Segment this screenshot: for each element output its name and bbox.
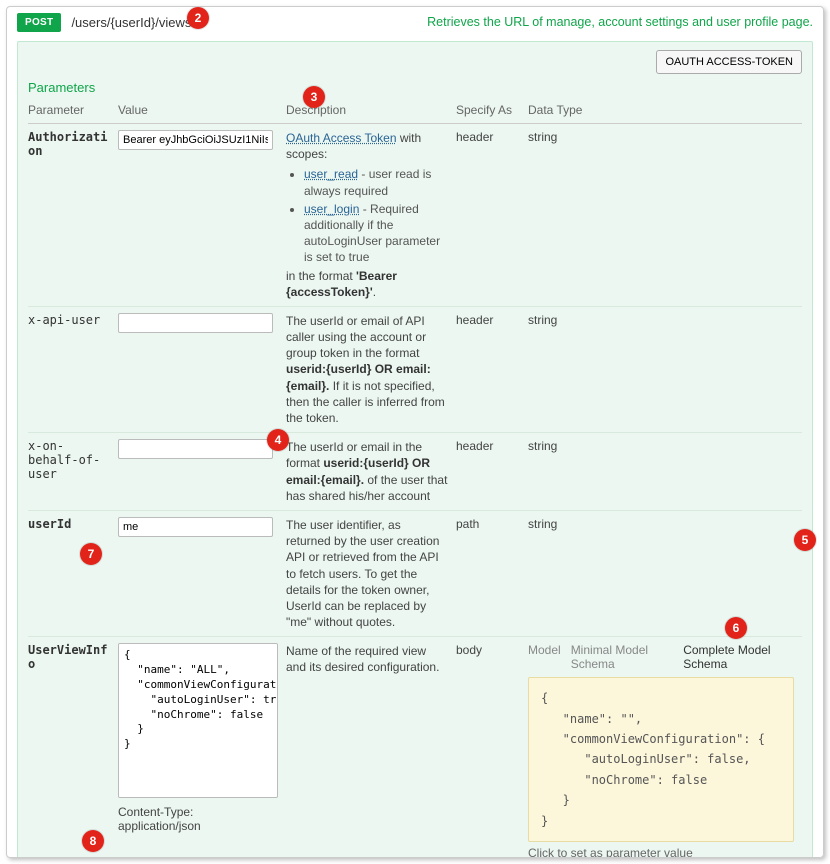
content-type-label: Content-Type: application/json bbox=[118, 805, 278, 833]
userid-input[interactable] bbox=[118, 517, 273, 537]
endpoint-description: Retrieves the URL of manage, account set… bbox=[427, 15, 813, 29]
parameters-heading: Parameters bbox=[28, 80, 802, 95]
userviewinfo-body-input[interactable] bbox=[118, 643, 278, 798]
scope-list: user_read - user read is always required… bbox=[286, 166, 448, 265]
scope-user-read[interactable]: user_read bbox=[304, 167, 358, 181]
model-schema-box[interactable]: { "name": "", "commonViewConfiguration":… bbox=[528, 677, 794, 842]
param-name-userid: userId bbox=[28, 517, 71, 531]
endpoint-header: POST /users/{userId}/views Retrieves the… bbox=[17, 11, 813, 33]
endpoint-path[interactable]: /users/{userId}/views bbox=[71, 15, 191, 30]
model-schema-hint: Click to set as parameter value bbox=[528, 846, 794, 858]
x-on-behalf-input[interactable] bbox=[118, 439, 273, 459]
callout-3: 3 bbox=[303, 86, 325, 108]
scope-user-login[interactable]: user_login bbox=[304, 202, 359, 216]
tab-model[interactable]: Model bbox=[528, 643, 561, 671]
callout-2: 2 bbox=[187, 7, 209, 29]
row-x-api-user: x-api-user The userId or email of API ca… bbox=[28, 306, 802, 432]
col-specify: Specify As bbox=[456, 99, 528, 124]
row-userid: userId The user identifier, as returned … bbox=[28, 510, 802, 636]
tab-complete-schema[interactable]: Complete Model Schema bbox=[683, 643, 794, 671]
xbehalf-specify: header bbox=[456, 433, 528, 511]
callout-5: 5 bbox=[794, 529, 816, 551]
col-value: Value bbox=[118, 99, 286, 124]
auth-specify: header bbox=[456, 124, 528, 307]
userid-desc: The user identifier, as returned by the … bbox=[286, 510, 456, 636]
row-authorization: Authorization OAuth Access Token with sc… bbox=[28, 124, 802, 307]
row-userviewinfo: UserViewInfo Content-Type: application/j… bbox=[28, 637, 802, 858]
param-name-userviewinfo: UserViewInfo bbox=[28, 643, 107, 671]
userid-specify: path bbox=[456, 510, 528, 636]
model-tabs: Model Minimal Model Schema Complete Mode… bbox=[528, 643, 794, 671]
param-name-authorization: Authorization bbox=[28, 130, 107, 158]
method-badge: POST bbox=[17, 13, 61, 32]
operation-panel: OAUTH ACCESS-TOKEN Parameters Parameter … bbox=[17, 41, 813, 858]
xapi-specify: header bbox=[456, 306, 528, 432]
callout-4: 4 bbox=[267, 429, 289, 451]
parameters-table: Parameter Value Description Specify As D… bbox=[28, 99, 802, 858]
row-x-on-behalf: x-on-behalf-of-user The userId or email … bbox=[28, 433, 802, 511]
param-name-x-on-behalf: x-on-behalf-of-user bbox=[28, 439, 100, 481]
callout-6: 6 bbox=[725, 617, 747, 639]
oauth-token-link[interactable]: OAuth Access Token bbox=[286, 131, 397, 145]
oauth-token-button[interactable]: OAUTH ACCESS-TOKEN bbox=[656, 50, 802, 74]
col-parameter: Parameter bbox=[28, 99, 118, 124]
callout-8: 8 bbox=[82, 830, 104, 852]
auth-type: string bbox=[528, 124, 802, 307]
x-api-user-input[interactable] bbox=[118, 313, 273, 333]
xbehalf-type: string bbox=[528, 433, 802, 511]
api-panel: POST /users/{userId}/views Retrieves the… bbox=[6, 6, 824, 858]
param-name-x-api-user: x-api-user bbox=[28, 313, 100, 327]
col-type: Data Type bbox=[528, 99, 802, 124]
xapi-type: string bbox=[528, 306, 802, 432]
uvi-specify: body bbox=[456, 637, 528, 858]
authorization-input[interactable] bbox=[118, 130, 273, 150]
tab-minimal-schema[interactable]: Minimal Model Schema bbox=[571, 643, 674, 671]
uvi-desc: Name of the required view and its desire… bbox=[286, 637, 456, 858]
userid-type: string bbox=[528, 510, 802, 636]
callout-7: 7 bbox=[80, 543, 102, 565]
